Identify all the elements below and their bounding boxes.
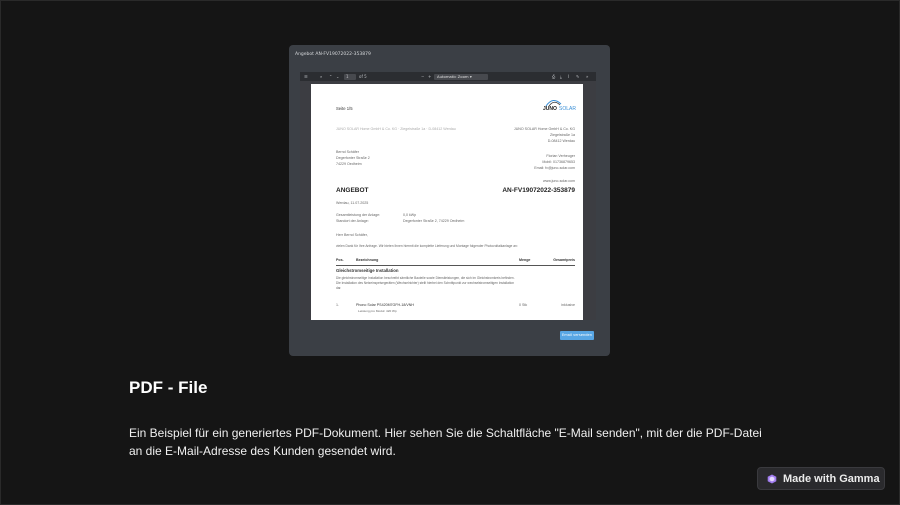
table-header-divider bbox=[336, 265, 575, 266]
customer-name: Bernd Schäfer bbox=[336, 150, 359, 154]
section-text-2: Die Installation des Netzeinspeisegeräte… bbox=[336, 281, 514, 285]
row1-pos: 1. bbox=[336, 303, 339, 307]
col-total: Gesamtpreis bbox=[553, 258, 575, 262]
sidebar-toggle-icon[interactable]: ☰ bbox=[304, 74, 308, 79]
contact-phone: Mobil: 01736879653 bbox=[542, 160, 575, 164]
send-email-button[interactable]: Email versenden bbox=[560, 331, 594, 340]
company-line-2: Ziegelstraße 1a bbox=[550, 133, 575, 137]
intro-text: vielen Dank für Ihre Anfrage. Wir bieten… bbox=[336, 244, 518, 248]
col-desc: Bezeichnung bbox=[356, 258, 379, 262]
col-pos: Pos. bbox=[336, 258, 344, 262]
contact-email: Email: fv@juno-solar.com bbox=[534, 166, 575, 170]
location-value: Degerfonter Straße 2, 74229 Oedheim bbox=[403, 219, 465, 223]
juno-solar-logo: JUNO SOLAR bbox=[543, 96, 583, 114]
more-tools-icon[interactable]: » bbox=[586, 74, 588, 79]
section-text-3: dar. bbox=[336, 286, 342, 290]
page-total: of 5 bbox=[359, 74, 367, 79]
search-icon[interactable]: ⌕ bbox=[320, 74, 322, 79]
row1-total: inklusive bbox=[561, 303, 575, 307]
pdf-viewer-body[interactable]: Seite 1/5 JUNO SOLAR JUNO SOLAR Home Gmb… bbox=[300, 81, 596, 320]
customer-street: Degerfonter Straße 2 bbox=[336, 156, 370, 160]
badge-label: Made with Gamma bbox=[783, 472, 880, 485]
customer-city: 74229 Oedheim bbox=[336, 162, 362, 166]
row1-sub: Leistung pro Modul: 420 Wp bbox=[358, 309, 397, 313]
zoom-select-value: Automatic Zoom bbox=[437, 73, 469, 79]
slide-description: Ein Beispiel für ein generiertes PDF-Dok… bbox=[129, 426, 762, 458]
doc-number: AN-FV19072022-353879 bbox=[502, 187, 575, 194]
draw-tool-icon[interactable]: ✎ bbox=[576, 74, 579, 79]
zoom-out-button[interactable]: − bbox=[421, 74, 424, 79]
next-page-icon[interactable]: ⌄ bbox=[336, 74, 339, 79]
zoom-select[interactable]: Automatic Zoom ▾ bbox=[434, 73, 488, 80]
pdf-viewer-toolbar: ☰ ⌕ ⌃ ⌄ 1 of 5 − + Automatic Zoom ▾ ⎙ ⤓ … bbox=[300, 72, 596, 81]
col-qty: Menge bbox=[519, 258, 531, 262]
doc-date: Werdau, 11.07.2025 bbox=[336, 201, 369, 205]
contact-name: Florian Verheuger bbox=[546, 154, 575, 158]
row1-desc: Phono Solar PS420M7GFH-18/VNH bbox=[356, 303, 414, 307]
download-icon[interactable]: ⤓ bbox=[560, 74, 562, 79]
print-icon[interactable]: ⎙ bbox=[552, 74, 555, 79]
pdf-page: Seite 1/5 JUNO SOLAR JUNO SOLAR Home Gmb… bbox=[311, 84, 583, 320]
made-with-gamma-badge[interactable]: Made with Gamma bbox=[757, 467, 885, 490]
prev-page-icon[interactable]: ⌃ bbox=[329, 74, 332, 79]
location-label: Standort der Anlage: bbox=[336, 219, 369, 223]
text-tool-icon[interactable]: I bbox=[568, 74, 569, 79]
section-text-1: Die gleichstromseitige Installation besc… bbox=[336, 276, 515, 280]
gamma-logo-icon bbox=[767, 474, 777, 483]
sender-line: JUNO SOLAR Home GmbH & Co. KG · Ziegelst… bbox=[336, 127, 456, 131]
power-value: 0,0 kWp bbox=[403, 213, 417, 217]
row1-qty: 0 Stk bbox=[519, 303, 528, 307]
page-label: Seite 1/5 bbox=[336, 106, 353, 111]
slide-heading: PDF - File bbox=[129, 378, 208, 397]
pdf-preview-modal: Angebot AN-FV19072022-353879 ☰ ⌕ ⌃ ⌄ 1 o… bbox=[289, 45, 610, 356]
page-number-input[interactable]: 1 bbox=[344, 73, 356, 80]
website: www.juno-solar.com bbox=[543, 179, 575, 183]
zoom-in-button[interactable]: + bbox=[428, 74, 431, 79]
company-line-3: D-08412 Werdau bbox=[547, 139, 575, 143]
power-label: Gesamtleistung der Anlage: bbox=[336, 213, 381, 217]
salutation: Herr Bernd Schäfer, bbox=[336, 233, 368, 237]
section-title: Gleichstromseitige Installation bbox=[336, 268, 399, 273]
modal-title: Angebot AN-FV19072022-353879 bbox=[295, 52, 371, 57]
doc-type: ANGEBOT bbox=[336, 187, 369, 194]
company-line-1: JUNO SOLAR Home GmbH & Co. KG bbox=[513, 127, 575, 131]
